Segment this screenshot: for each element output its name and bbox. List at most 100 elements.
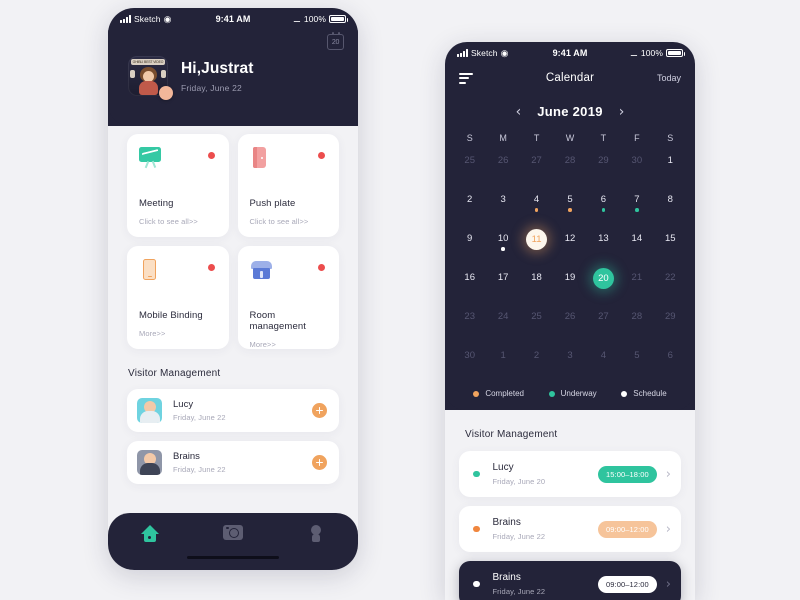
calendar-day-cell[interactable]: 2 <box>453 188 486 221</box>
tab-profile[interactable] <box>275 525 358 542</box>
calendar-day-cell[interactable]: 5 <box>553 188 586 221</box>
calendar-day-cell[interactable]: 3 <box>553 344 586 377</box>
calendar-day-cell[interactable]: 1 <box>486 344 519 377</box>
tile-subtitle: Click to see all>> <box>139 217 198 226</box>
chevron-right-icon[interactable]: › <box>666 578 671 591</box>
status-left-group: Sketch ◉ <box>120 14 216 25</box>
calendar-day-cell[interactable]: 1 <box>654 149 687 182</box>
visitor-date: Friday, June 22 <box>492 532 546 541</box>
calendar-day-cell[interactable]: 11 <box>520 227 553 260</box>
tab-camera[interactable] <box>191 525 274 540</box>
calendar-day-number: 27 <box>598 311 609 322</box>
calendar-day-cell[interactable]: 9 <box>453 227 486 260</box>
prev-month-button[interactable]: ‹ <box>516 105 522 119</box>
table-row[interactable]: Lucy Friday, June 20 15:00–18:00 › <box>459 451 681 497</box>
calendar-day-cell[interactable]: 23 <box>453 305 486 338</box>
tile-mobile-binding[interactable]: Mobile Binding More>> <box>127 246 229 349</box>
calendar-icon[interactable]: 20 <box>327 32 344 50</box>
calendar-week-row: 16 17 18 19 20 21 22 <box>453 266 687 299</box>
phone-right-calendar-screen: Sketch ◉ 9:41 AM ⚊ 100% Calendar Today ‹… <box>445 42 695 600</box>
greeting-date: Friday, June 22 <box>181 82 242 93</box>
tile-title: Mobile Binding <box>139 310 203 321</box>
tab-home[interactable] <box>108 525 191 542</box>
calendar-day-cell[interactable]: 30 <box>453 344 486 377</box>
left-scroll-body: Meeting Click to see all>> Push plate Cl… <box>108 126 358 570</box>
calendar-day-cell[interactable]: 19 <box>553 266 586 299</box>
appointment-list: Lucy Friday, June 20 15:00–18:00 › Brain… <box>445 440 695 600</box>
calendar-day-cell[interactable]: 8 <box>654 188 687 221</box>
camera-icon <box>222 525 243 540</box>
calendar-day-cell[interactable]: 16 <box>453 266 486 299</box>
carrier-label: Sketch <box>134 14 161 24</box>
calendar-day-cell[interactable]: 28 <box>620 305 653 338</box>
tile-subtitle: More>> <box>249 340 276 349</box>
calendar-day-cell[interactable]: 4 <box>587 344 620 377</box>
calendar-day-cell[interactable]: 7 <box>620 188 653 221</box>
section-title-visitor-management: Visitor Management <box>465 429 558 440</box>
legend-dot <box>548 390 555 397</box>
battery-icon <box>329 15 349 23</box>
chevron-right-icon[interactable]: › <box>666 468 671 481</box>
battery-icon <box>666 49 686 57</box>
calendar-day-cell[interactable]: 12 <box>553 227 586 260</box>
calendar-day-number: 28 <box>564 155 576 166</box>
next-month-button[interactable]: › <box>619 105 625 119</box>
tile-push-plate[interactable]: Push plate Click to see all>> <box>237 134 339 237</box>
calendar-day-number: 24 <box>497 311 509 322</box>
calendar-day-number: 30 <box>464 350 475 361</box>
time-badge: 09:00–12:00 <box>597 575 657 593</box>
calendar-day-cell[interactable]: 25 <box>453 149 486 182</box>
calendar-day-cell[interactable]: 10 <box>486 227 519 260</box>
calendar-day-cell[interactable]: 5 <box>620 344 653 377</box>
calendar-day-cell[interactable]: 26 <box>553 305 586 338</box>
calendar-day-number: 7 <box>634 194 640 205</box>
today-button[interactable]: Today <box>657 73 681 83</box>
calendar-day-number: 26 <box>564 311 576 322</box>
calendar-day-number: 29 <box>598 155 609 166</box>
calendar-day-cell[interactable]: 6 <box>587 188 620 221</box>
calendar-day-cell[interactable]: 27 <box>587 305 620 338</box>
tile-room-management[interactable]: Room management More>> <box>237 246 339 349</box>
calendar-day-cell[interactable]: 2 <box>520 344 553 377</box>
calendar-day-cell[interactable]: 17 <box>486 266 519 299</box>
calendar-day-cell[interactable]: 3 <box>486 188 519 221</box>
calendar-day-cell[interactable]: 18 <box>520 266 553 299</box>
calendar-day-cell[interactable]: 21 <box>620 266 653 299</box>
avatar-badge <box>159 86 173 100</box>
calendar-week-row: 30 1 2 3 4 5 6 <box>453 344 687 377</box>
calendar-day-cell[interactable]: 24 <box>486 305 519 338</box>
list-item[interactable]: Brains Friday, June 22 <box>127 441 339 484</box>
calendar-day-cell[interactable]: 29 <box>587 149 620 182</box>
bluetooth-icon: ⚊ <box>630 47 638 58</box>
calendar-header: Calendar Today <box>445 64 695 92</box>
calendar-day-number: 5 <box>634 350 640 361</box>
calendar-day-cell[interactable]: 25 <box>520 305 553 338</box>
add-visitor-button[interactable] <box>312 403 327 418</box>
calendar-day-cell[interactable]: 14 <box>620 227 653 260</box>
list-item[interactable]: Lucy Friday, June 22 <box>127 389 339 432</box>
calendar-day-cell[interactable]: 27 <box>520 149 553 182</box>
add-visitor-button[interactable] <box>312 455 327 470</box>
calendar-day-number: 1 <box>500 350 506 361</box>
battery-percent: 100% <box>640 48 664 58</box>
calendar-day-cell[interactable]: 26 <box>486 149 519 182</box>
time-badge: 09:00–12:00 <box>597 520 657 538</box>
tile-subtitle: More>> <box>139 329 166 338</box>
calendar-day-cell[interactable]: 28 <box>553 149 586 182</box>
calendar-day-cell[interactable]: 13 <box>587 227 620 260</box>
chevron-right-icon[interactable]: › <box>666 523 671 536</box>
table-row[interactable]: Brains Friday, June 22 09:00–12:00 › <box>459 506 681 552</box>
calendar-day-cell[interactable]: 20 <box>587 266 620 299</box>
calendar-day-cell[interactable]: 4 <box>520 188 553 221</box>
calendar-day-cell[interactable]: 6 <box>654 344 687 377</box>
avatar[interactable]: GHIBLI BEST VIDEO <box>128 56 173 100</box>
calendar-day-cell[interactable]: 30 <box>620 149 653 182</box>
calendar-day-cell[interactable]: 15 <box>654 227 687 260</box>
tile-meeting[interactable]: Meeting Click to see all>> <box>127 134 229 237</box>
table-row[interactable]: Brains Friday, June 22 09:00–12:00 › <box>459 561 681 600</box>
weekday-label: T <box>533 133 540 143</box>
avatar-arm-left <box>130 70 135 78</box>
calendar-day-cell[interactable]: 29 <box>654 305 687 338</box>
calendar-day-number: 23 <box>464 311 475 322</box>
calendar-day-cell[interactable]: 22 <box>654 266 687 299</box>
